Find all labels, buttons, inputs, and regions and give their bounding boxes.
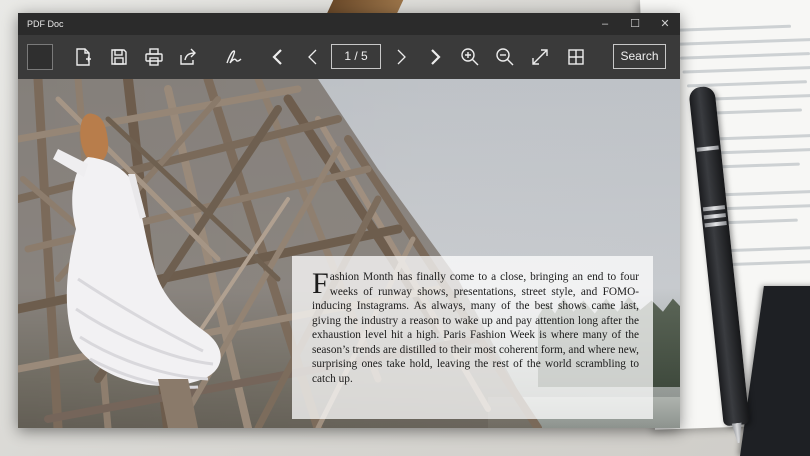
close-button[interactable]: ✕ <box>650 13 680 35</box>
save-icon[interactable] <box>106 43 132 71</box>
search-button[interactable]: Search <box>613 44 666 69</box>
zoom-in-icon[interactable] <box>457 43 483 71</box>
wood-object <box>326 0 404 14</box>
next-page-icon[interactable] <box>388 43 414 71</box>
first-page-icon[interactable] <box>265 43 291 71</box>
maximize-button[interactable]: ☐ <box>620 13 650 35</box>
document-page: Fashion Month has finally come to a clos… <box>18 79 680 428</box>
toolbar: 1 / 5 Search <box>18 35 680 79</box>
print-icon[interactable] <box>141 43 167 71</box>
sign-icon[interactable] <box>220 43 246 71</box>
fit-page-icon[interactable] <box>527 43 553 71</box>
share-icon[interactable] <box>175 43 201 71</box>
previous-page-icon[interactable] <box>300 43 326 71</box>
title-bar: PDF Doc – ☐ ✕ <box>18 13 680 35</box>
page-indicator[interactable]: 1 / 5 <box>331 44 381 69</box>
article-text-box: Fashion Month has finally come to a clos… <box>292 256 653 419</box>
app-window: PDF Doc – ☐ ✕ 1 / 5 Search F ashion Mont… <box>18 13 680 428</box>
back-button[interactable] <box>27 44 53 70</box>
last-page-icon[interactable] <box>422 43 448 71</box>
minimize-button[interactable]: – <box>590 13 620 35</box>
new-file-icon[interactable] <box>70 43 96 71</box>
grid-view-icon[interactable] <box>563 43 589 71</box>
zoom-out-icon[interactable] <box>492 43 518 71</box>
article-paragraph: ashion Month has finally come to a close… <box>312 271 639 385</box>
drop-cap: F <box>312 267 329 300</box>
app-title: PDF Doc <box>27 19 64 29</box>
